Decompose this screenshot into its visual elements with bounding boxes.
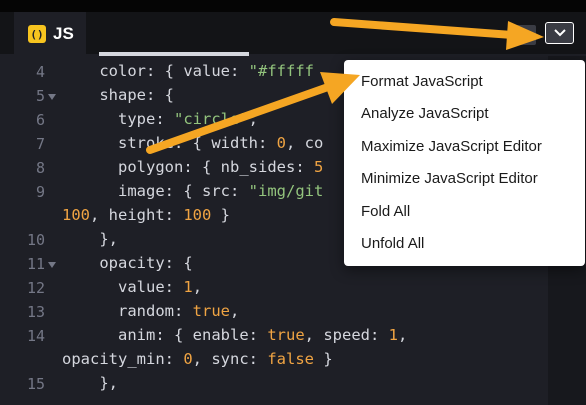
line-number: 7 [35, 135, 45, 153]
line-number: 5 [35, 87, 45, 105]
menu-item-analyze-javascript[interactable]: Analyze JavaScript [361, 105, 489, 122]
code-line: value: 1, [118, 278, 203, 296]
menu-item-format-javascript[interactable]: Format JavaScript [361, 73, 483, 90]
line-number: 13 [26, 303, 45, 321]
code-line: }, [99, 230, 118, 248]
code-line: image: { src: "img/git [118, 182, 324, 200]
line-number: 9 [35, 183, 45, 201]
code-line: type: "circle", [118, 110, 258, 128]
editor-settings-button[interactable] [545, 22, 574, 44]
js-editor-panel: () JS 4 5 6 7 8 9 10 11 12 13 14 15 colo… [0, 0, 586, 405]
code-line-wrapped: opacity_min: 0, sync: false } [62, 350, 333, 368]
chevron-down-icon [553, 29, 566, 37]
code-line: shape: { [99, 86, 174, 104]
code-line: stroke: { width: 0, co [118, 134, 324, 152]
js-braces-icon: () [28, 25, 46, 43]
code-line: random: true, [118, 302, 240, 320]
fold-arrow-icon[interactable] [48, 262, 56, 268]
code-line-wrapped: 100, height: 100 } [62, 206, 231, 224]
top-strip [0, 0, 586, 12]
menu-item-maximize-editor[interactable]: Maximize JavaScript Editor [361, 138, 542, 155]
line-number: 11 [26, 255, 45, 273]
code-line: opacity: { [99, 254, 193, 272]
editor-options-menu: Format JavaScript Analyze JavaScript Max… [344, 60, 585, 266]
fold-arrow-icon[interactable] [48, 94, 56, 100]
code-line: anim: { enable: true, speed: 1, [118, 326, 408, 344]
menu-item-fold-all[interactable]: Fold All [361, 203, 410, 220]
line-number: 10 [26, 231, 45, 249]
tab-label: JS [53, 24, 74, 43]
line-number: 8 [35, 159, 45, 177]
line-number: 6 [35, 111, 45, 129]
code-line: }, [99, 374, 118, 392]
line-number: 12 [26, 279, 45, 297]
code-line: polygon: { nb_sides: 5 [118, 158, 324, 176]
expand-editor-button[interactable] [514, 25, 536, 45]
line-number-gutter: 4 5 6 7 8 9 10 11 12 13 14 15 [0, 56, 58, 405]
svg-text:(): () [30, 28, 43, 41]
line-number: 15 [26, 375, 45, 393]
menu-item-minimize-editor[interactable]: Minimize JavaScript Editor [361, 170, 538, 187]
menu-item-unfold-all[interactable]: Unfold All [361, 235, 424, 252]
code-line-partial [62, 44, 250, 62]
line-number: 4 [35, 63, 45, 81]
line-number: 14 [26, 327, 45, 345]
code-line: color: { value: "#fffff [99, 62, 314, 80]
